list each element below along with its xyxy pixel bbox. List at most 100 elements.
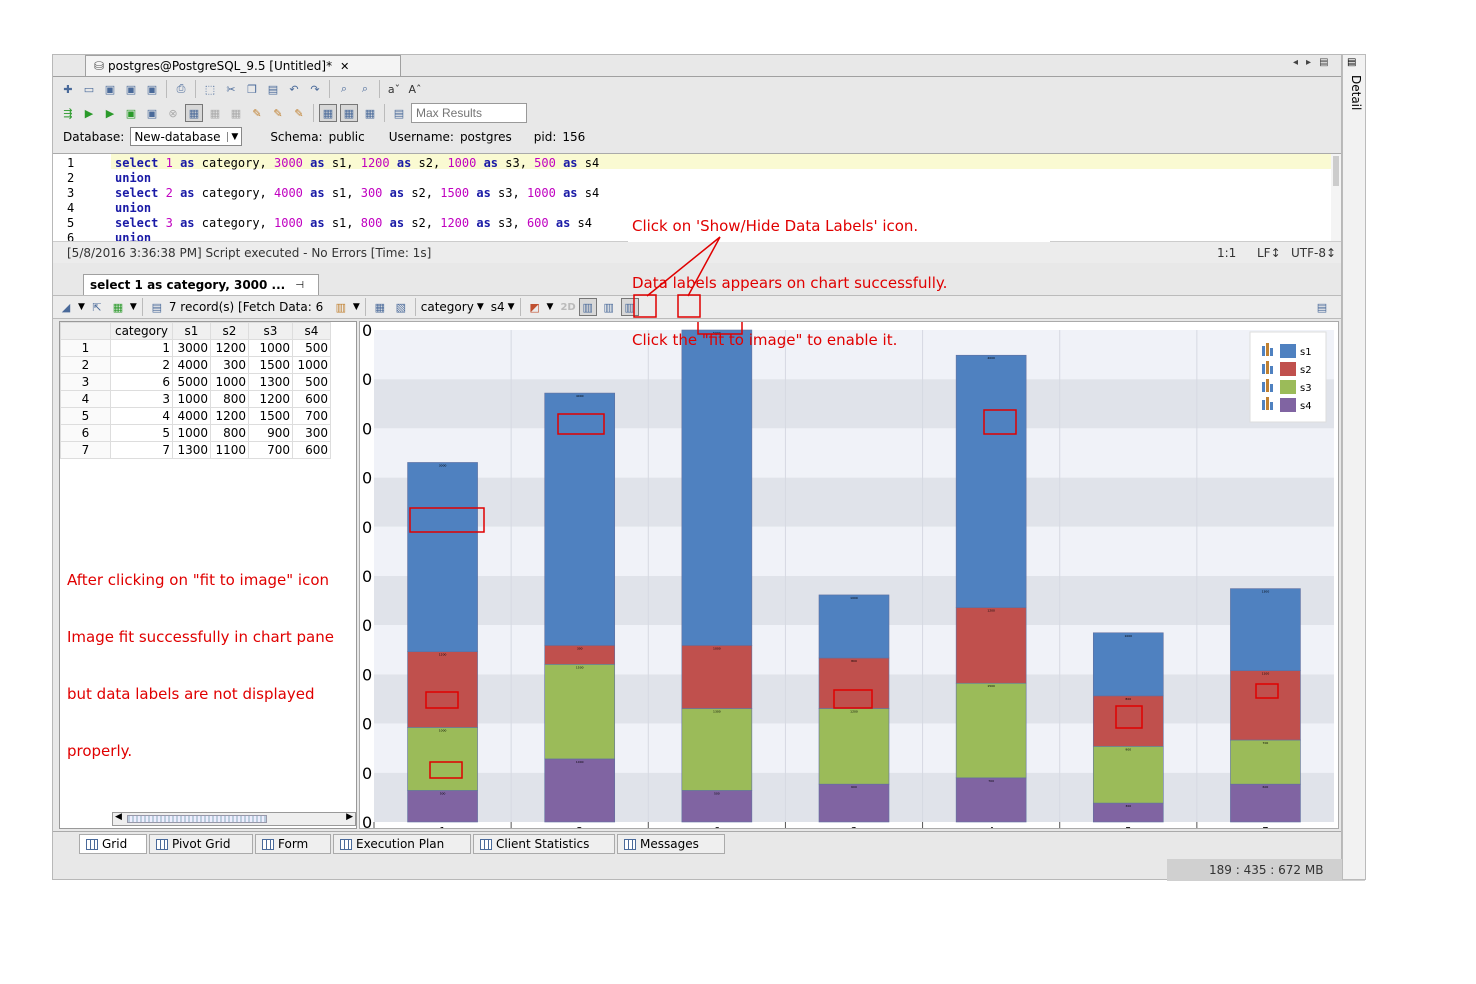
- table-cell[interactable]: 1500: [248, 407, 293, 425]
- tab-grid[interactable]: Grid: [79, 834, 147, 854]
- execute-step-icon[interactable]: ▶: [101, 104, 119, 122]
- print-icon[interactable]: ⎙: [172, 80, 190, 98]
- column-header[interactable]: s2: [210, 322, 249, 340]
- explain-icon[interactable]: ▣: [143, 104, 161, 122]
- comment-icon[interactable]: ✎: [269, 104, 287, 122]
- bar-chart-icon[interactable]: ▥: [332, 298, 350, 316]
- new-icon[interactable]: ✚: [59, 80, 77, 98]
- tab-form[interactable]: Form: [255, 834, 331, 854]
- tab-list-icon[interactable]: ▤: [1319, 57, 1328, 68]
- table-cell[interactable]: 600: [292, 390, 331, 408]
- close-icon[interactable]: ✕: [340, 60, 349, 73]
- table-row[interactable]: 6 5 1000 800 900 300: [60, 424, 331, 442]
- table-cell[interactable]: 1: [110, 339, 173, 357]
- data-labels-icon[interactable]: ▥: [578, 298, 597, 316]
- chart-pane[interactable]: 0 0 0 0 0 0 0 0 0 0 0 500 1000 1200 3000 1 1000 1500 300 40…: [359, 321, 1339, 829]
- row-number[interactable]: 7: [60, 441, 111, 459]
- save-all-icon[interactable]: ▣: [143, 80, 161, 98]
- fit-to-image-icon[interactable]: ▥: [600, 298, 618, 316]
- chevron-down-icon[interactable]: ▼: [353, 302, 360, 312]
- find-icon[interactable]: ⌕: [335, 80, 353, 98]
- paste-icon[interactable]: ▤: [264, 80, 282, 98]
- cut-icon[interactable]: ✂: [222, 80, 240, 98]
- copy-results-icon[interactable]: ▤: [148, 298, 166, 316]
- table-cell[interactable]: 1500: [248, 356, 293, 374]
- limit-icon[interactable]: ▤: [390, 104, 408, 122]
- chevron-down-icon[interactable]: ▼: [547, 302, 554, 312]
- scroll-thumb[interactable]: [127, 815, 267, 823]
- table-cell[interactable]: 3: [110, 390, 173, 408]
- document-tab[interactable]: ⛁ postgres@PostgreSQL_9.5 [Untitled]* ✕: [85, 55, 401, 76]
- table-cell[interactable]: 1000: [210, 373, 249, 391]
- horizontal-scrollbar[interactable]: ◀ ▶: [112, 812, 356, 826]
- table-row[interactable]: 7 7 1300 1100 700 600: [60, 441, 331, 459]
- table-cell[interactable]: 6: [110, 373, 173, 391]
- column-header[interactable]: category: [110, 322, 173, 340]
- table-row[interactable]: 2 2 4000 300 1500 1000: [60, 356, 331, 374]
- editor-scrollbar[interactable]: [1331, 154, 1341, 241]
- table-cell[interactable]: 1000: [172, 424, 211, 442]
- tab-messages[interactable]: Messages: [617, 834, 725, 854]
- table-cell[interactable]: 500: [292, 339, 331, 357]
- table-row[interactable]: 3 6 5000 1000 1300 500: [60, 373, 331, 391]
- auto-commit-icon[interactable]: ▦: [185, 104, 203, 122]
- table-cell[interactable]: 1200: [210, 339, 249, 357]
- scroll-right-icon[interactable]: ▶: [346, 812, 353, 822]
- table-cell[interactable]: 2: [110, 356, 173, 374]
- category-select[interactable]: category: [421, 300, 474, 314]
- row-number[interactable]: 3: [60, 373, 111, 391]
- database-select[interactable]: New-database ▼: [130, 127, 243, 146]
- results-file-icon[interactable]: ▦: [361, 104, 379, 122]
- execute-export-icon[interactable]: ▣: [122, 104, 140, 122]
- table-cell[interactable]: 1100: [210, 441, 249, 459]
- font-increase-icon[interactable]: Aˆ: [406, 80, 424, 98]
- row-number[interactable]: 1: [60, 339, 111, 357]
- excel-icon[interactable]: ▦: [109, 298, 127, 316]
- font-decrease-icon[interactable]: aˇ: [385, 80, 403, 98]
- column-header[interactable]: s1: [172, 322, 211, 340]
- chart-type-icon[interactable]: ◢: [57, 298, 75, 316]
- table-cell[interactable]: 3000: [172, 339, 211, 357]
- chevron-down-icon[interactable]: ▼: [78, 302, 85, 312]
- chevron-down-icon[interactable]: ▼: [477, 302, 484, 312]
- row-number[interactable]: 5: [60, 407, 111, 425]
- results-text-icon[interactable]: ▦: [340, 104, 358, 122]
- execute-icon[interactable]: ▶: [80, 104, 98, 122]
- scroll-left-icon[interactable]: ◀: [115, 812, 122, 822]
- replace-icon[interactable]: ⌕: [356, 80, 374, 98]
- row-number[interactable]: 4: [60, 390, 111, 408]
- table-cell[interactable]: 500: [292, 373, 331, 391]
- result-tab[interactable]: select 1 as category, 3000 ... ⊣: [83, 274, 319, 295]
- table-row[interactable]: 5 4 4000 1200 1500 700: [60, 407, 331, 425]
- table-cell[interactable]: 1000: [172, 390, 211, 408]
- chevron-down-icon[interactable]: ▼: [508, 302, 515, 312]
- line-ending[interactable]: LF↕: [1257, 246, 1281, 260]
- table-cell[interactable]: 4: [110, 407, 173, 425]
- pivot-icon[interactable]: ▦: [371, 298, 389, 316]
- table-cell[interactable]: 5: [110, 424, 173, 442]
- table-cell[interactable]: 300: [210, 356, 249, 374]
- execute-all-icon[interactable]: ⇶: [59, 104, 77, 122]
- uncomment-icon[interactable]: ✎: [290, 104, 308, 122]
- table-cell[interactable]: 1200: [248, 390, 293, 408]
- table-cell[interactable]: 1000: [292, 356, 331, 374]
- save-as-icon[interactable]: ▣: [122, 80, 140, 98]
- table-cell[interactable]: 300: [292, 424, 331, 442]
- table-cell[interactable]: 7: [110, 441, 173, 459]
- column-header[interactable]: s4: [292, 322, 331, 340]
- chart-mode[interactable]: 2D: [560, 302, 575, 313]
- tab-scroll-left-icon[interactable]: ◂: [1293, 57, 1298, 68]
- tab-scroll-right-icon[interactable]: ▸: [1306, 57, 1311, 68]
- color-palette-icon[interactable]: ◩: [526, 298, 544, 316]
- tab-pivot-grid[interactable]: Pivot Grid: [149, 834, 253, 854]
- commit-icon[interactable]: ▦: [206, 104, 224, 122]
- stop-icon[interactable]: ⊗: [164, 104, 182, 122]
- table-row[interactable]: 1 1 3000 1200 1000 500: [60, 339, 331, 357]
- table-cell[interactable]: 600: [292, 441, 331, 459]
- table-cell[interactable]: 800: [210, 390, 249, 408]
- format-icon[interactable]: ✎: [248, 104, 266, 122]
- chart-settings-icon[interactable]: ▧: [392, 298, 410, 316]
- table-cell[interactable]: 800: [210, 424, 249, 442]
- table-cell[interactable]: 4000: [172, 356, 211, 374]
- table-cell[interactable]: 900: [248, 424, 293, 442]
